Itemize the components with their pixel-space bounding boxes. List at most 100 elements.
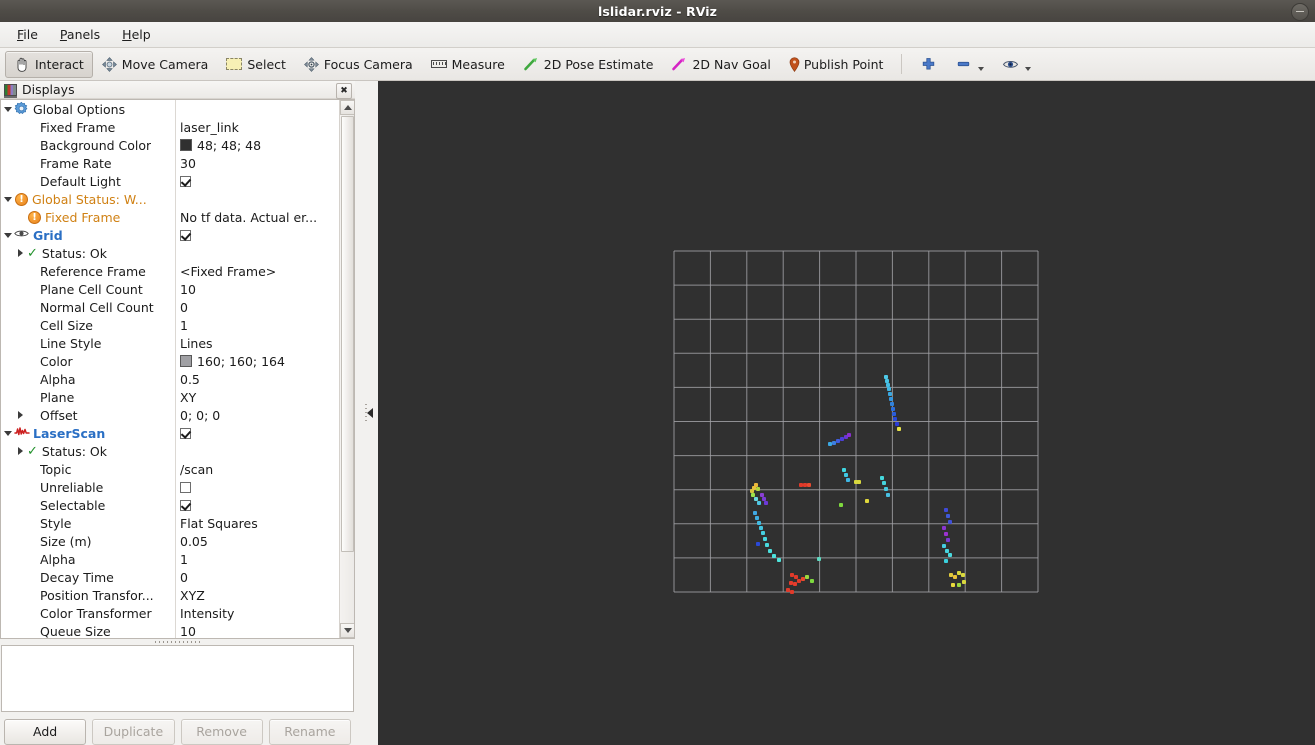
property-row[interactable]: Background Color 48; 48; 48 [1, 136, 339, 155]
tool-add-view[interactable] [911, 51, 946, 78]
duplicate-button[interactable]: Duplicate [92, 718, 175, 745]
tree-expander-icon[interactable] [14, 442, 27, 460]
property-value-cell[interactable] [175, 226, 339, 245]
menu-panels[interactable]: Panels [49, 24, 111, 45]
property-row[interactable]: Fixed Frame No tf data. Actual er... [1, 208, 339, 227]
property-row[interactable]: Position Transfor... XYZ [1, 586, 339, 605]
property-value-cell[interactable]: 0.05 [175, 532, 339, 551]
color-swatch[interactable] [180, 139, 192, 152]
tree-expander-icon[interactable] [1, 424, 14, 442]
property-tree-scrollbar[interactable] [339, 100, 354, 639]
tree-expander-icon[interactable] [1, 226, 14, 244]
property-row[interactable]: Alpha 1 [1, 550, 339, 569]
color-swatch[interactable] [180, 355, 192, 368]
tree-expander-icon[interactable] [14, 244, 27, 262]
main-vertical-splitter[interactable] [355, 81, 378, 745]
property-value-cell[interactable]: 0.5 [175, 370, 339, 389]
property-value-cell[interactable] [175, 442, 339, 461]
property-value-cell[interactable]: 0; 0; 0 [175, 406, 339, 425]
tool-2d-pose-estimate[interactable]: 2D Pose Estimate [514, 51, 663, 78]
property-row[interactable]: Line Style Lines [1, 334, 339, 353]
chevron-down-icon[interactable] [1025, 66, 1032, 71]
tool-view-visibility[interactable] [993, 51, 1040, 78]
property-checkbox[interactable] [180, 481, 191, 493]
property-value-cell[interactable] [175, 172, 339, 191]
menu-help[interactable]: Help [111, 24, 162, 45]
property-value-cell[interactable] [175, 496, 339, 515]
property-row[interactable]: Reference Frame <Fixed Frame> [1, 262, 339, 281]
property-checkbox[interactable] [180, 427, 191, 439]
property-row[interactable]: Grid [1, 226, 339, 245]
property-value-cell[interactable]: 160; 160; 164 [175, 352, 339, 371]
tool-select[interactable]: Select [217, 51, 295, 78]
property-value-cell[interactable]: No tf data. Actual er... [175, 208, 339, 227]
property-checkbox[interactable] [180, 175, 191, 187]
property-row[interactable]: Global Options [1, 100, 339, 119]
property-row[interactable]: Decay Time 0 [1, 568, 339, 587]
property-row[interactable]: Unreliable [1, 478, 339, 497]
property-row[interactable]: Frame Rate 30 [1, 154, 339, 173]
tool-2d-nav-goal[interactable]: 2D Nav Goal [662, 51, 779, 78]
property-row[interactable]: ✓ Status: Ok [1, 244, 339, 263]
scroll-down-button[interactable] [340, 623, 354, 639]
tool-remove-view[interactable] [946, 51, 993, 78]
property-row[interactable]: Default Light [1, 172, 339, 191]
property-value-cell[interactable]: 1 [175, 550, 339, 569]
property-value-cell[interactable]: 10 [175, 622, 339, 639]
tool-publish-point[interactable]: Publish Point [780, 51, 893, 78]
property-value-cell[interactable]: XYZ [175, 586, 339, 605]
property-row[interactable]: Alpha 0.5 [1, 370, 339, 389]
property-row[interactable]: Selectable [1, 496, 339, 515]
property-value-cell[interactable]: 0 [175, 568, 339, 587]
property-row[interactable]: Color 160; 160; 164 [1, 352, 339, 371]
property-value-cell[interactable]: Flat Squares [175, 514, 339, 533]
property-value-cell[interactable]: Lines [175, 334, 339, 353]
scroll-up-button[interactable] [340, 100, 354, 116]
property-row[interactable]: LaserScan [1, 424, 339, 443]
property-value-cell[interactable] [175, 244, 339, 263]
property-row[interactable]: Style Flat Squares [1, 514, 339, 533]
tool-measure[interactable]: Measure [422, 51, 514, 78]
tool-move-camera[interactable]: Move Camera [93, 51, 218, 78]
add-button[interactable]: Add [4, 718, 87, 745]
property-row[interactable]: Color Transformer Intensity [1, 604, 339, 623]
property-value-cell[interactable]: XY [175, 388, 339, 407]
property-value-cell[interactable]: 30 [175, 154, 339, 173]
property-row[interactable]: Global Status: W... [1, 190, 339, 209]
tree-expander-icon[interactable] [1, 100, 14, 118]
property-row[interactable]: Topic/scan [1, 460, 339, 479]
property-value-cell[interactable]: /scan [175, 460, 339, 479]
scrollbar-thumb[interactable] [341, 116, 354, 553]
window-minimize-button[interactable] [1291, 3, 1309, 21]
menu-file[interactable]: File [6, 24, 49, 45]
property-value-cell[interactable] [175, 190, 339, 209]
property-row[interactable]: Queue Size 10 [1, 622, 339, 639]
property-row[interactable]: Size (m) 0.05 [1, 532, 339, 551]
property-row[interactable]: ✓ Status: Ok [1, 442, 339, 461]
property-value-cell[interactable]: 1 [175, 316, 339, 335]
property-row[interactable]: Cell Size 1 [1, 316, 339, 335]
property-checkbox[interactable] [180, 499, 191, 511]
property-value-cell[interactable]: 48; 48; 48 [175, 136, 339, 155]
property-value-cell[interactable]: 10 [175, 280, 339, 299]
property-value-cell[interactable]: <Fixed Frame> [175, 262, 339, 281]
render-viewport-3d[interactable] [378, 81, 1315, 745]
property-value-cell[interactable]: Intensity [175, 604, 339, 623]
tree-expander-icon[interactable] [14, 406, 27, 424]
rename-button[interactable]: Rename [268, 718, 351, 745]
property-value-cell[interactable]: 0 [175, 298, 339, 317]
close-icon[interactable]: ✖ [336, 83, 352, 99]
tool-interact[interactable]: Interact [5, 50, 93, 78]
collapse-panel-arrow-icon[interactable] [367, 408, 373, 418]
property-value-cell[interactable]: laser_link [175, 118, 339, 137]
remove-button[interactable]: Remove [180, 718, 263, 745]
property-row[interactable]: Offset 0; 0; 0 [1, 406, 339, 425]
property-checkbox[interactable] [180, 229, 191, 241]
property-row[interactable]: Fixed Frame laser_link [1, 118, 339, 137]
property-row[interactable]: Plane XY [1, 388, 339, 407]
tool-focus-camera[interactable]: Focus Camera [295, 51, 422, 78]
property-row[interactable]: Plane Cell Count 10 [1, 280, 339, 299]
property-value-cell[interactable] [175, 478, 339, 497]
property-value-cell[interactable] [175, 100, 339, 119]
property-row[interactable]: Normal Cell Count 0 [1, 298, 339, 317]
